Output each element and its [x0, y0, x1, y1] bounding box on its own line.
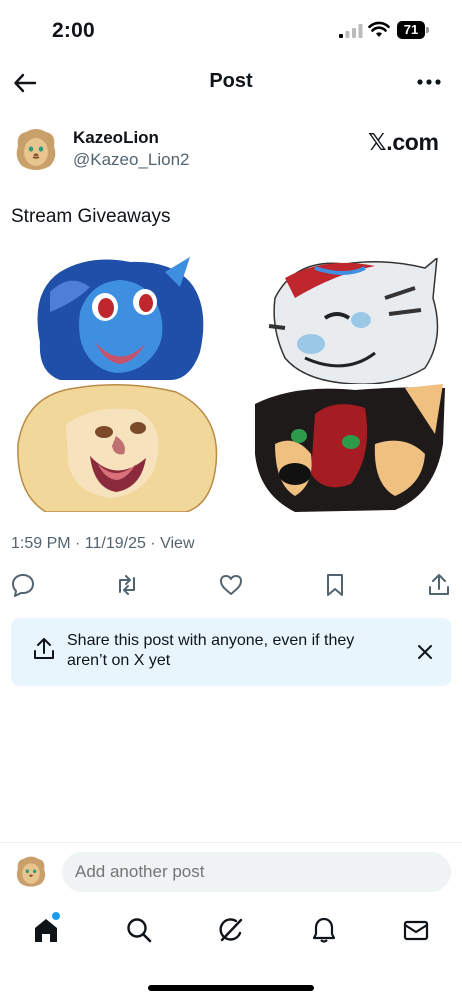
status-bar: 2:00 71: [0, 0, 462, 62]
post-text: Stream Giveaways: [11, 206, 171, 227]
battery-level: 71: [397, 21, 425, 39]
status-time: 2:00: [52, 19, 95, 42]
wifi-icon: [368, 21, 390, 37]
post-timestamp[interactable]: 1:59 PM · 11/19/25 · View: [11, 535, 195, 553]
post-actions: [0, 568, 462, 602]
share-banner[interactable]: Share this post with anyone, even if the…: [11, 618, 451, 686]
lion-roar-emote[interactable]: [16, 384, 226, 512]
author-avatar[interactable]: [10, 124, 62, 176]
bookmark-icon[interactable]: [322, 572, 348, 598]
author-handle[interactable]: @Kazeo_Lion2: [73, 150, 190, 170]
source-label: 𝕏.com: [368, 129, 439, 155]
post-media-grid[interactable]: [0, 252, 462, 512]
reply-input[interactable]: [62, 852, 451, 892]
tab-bar: [0, 905, 462, 955]
divider: [0, 842, 462, 843]
cellular-signal-icon: [339, 24, 363, 38]
share-icon[interactable]: [426, 572, 452, 598]
notifications-icon[interactable]: [309, 915, 339, 945]
white-tiger-wink-emote[interactable]: [265, 258, 462, 386]
reply-avatar: [12, 853, 50, 891]
grok-icon[interactable]: [216, 915, 246, 945]
more-horizontal-icon[interactable]: [414, 72, 444, 92]
post-header: Post: [0, 62, 462, 102]
home-indicator[interactable]: [148, 985, 314, 991]
messages-icon[interactable]: [401, 915, 431, 945]
search-icon[interactable]: [124, 915, 154, 945]
repost-icon[interactable]: [114, 572, 140, 598]
red-black-canine-emote[interactable]: [255, 384, 462, 512]
share-icon: [34, 638, 54, 659]
reply-icon[interactable]: [10, 572, 36, 598]
page-title: Post: [209, 70, 253, 92]
battery-icon: 71: [397, 21, 429, 39]
close-icon[interactable]: [415, 642, 435, 662]
like-icon[interactable]: [218, 572, 244, 598]
share-banner-text: Share this post with anyone, even if the…: [67, 632, 355, 669]
author-name[interactable]: KazeoLion: [73, 128, 159, 148]
notification-dot: [52, 912, 60, 920]
blue-dragon-emote[interactable]: [20, 252, 230, 380]
